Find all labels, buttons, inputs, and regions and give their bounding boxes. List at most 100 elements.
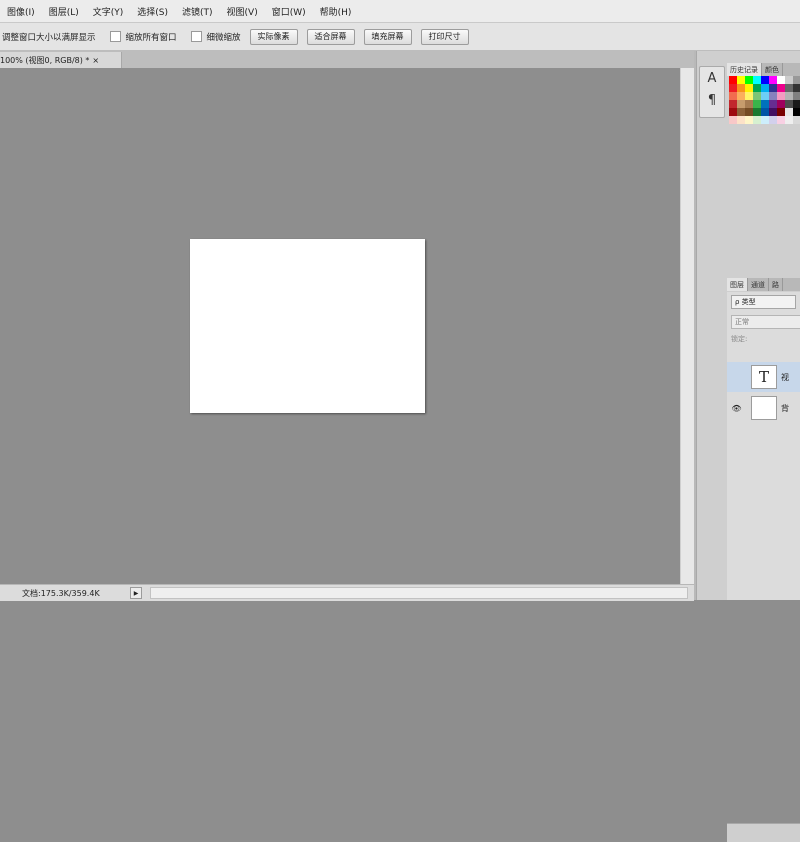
color-swatch[interactable] — [745, 76, 753, 84]
layers-panel-footer — [727, 823, 800, 842]
menu-view[interactable]: 视图(V) — [220, 5, 265, 18]
color-swatch[interactable] — [753, 84, 761, 92]
color-swatch[interactable] — [761, 108, 769, 116]
actual-pixels-button[interactable]: 实际像素 — [249, 28, 298, 45]
zoom-all-checkbox-box[interactable] — [109, 31, 121, 42]
color-swatch[interactable] — [753, 92, 761, 100]
color-swatch[interactable] — [793, 108, 800, 116]
layer-row-text[interactable]: T 视 — [727, 362, 800, 392]
tab-layers[interactable]: 图层 — [727, 278, 748, 291]
scrubby-zoom-checkbox[interactable]: 细微缩放 — [190, 31, 241, 43]
color-swatch[interactable] — [785, 76, 793, 84]
color-swatch[interactable] — [769, 116, 777, 124]
fit-screen-button[interactable]: 适合屏幕 — [306, 28, 355, 45]
color-swatch[interactable] — [729, 92, 737, 100]
menu-image[interactable]: 图像(I) — [0, 5, 42, 18]
blend-mode-select[interactable]: 正常 — [731, 315, 800, 329]
color-swatch[interactable] — [793, 92, 800, 100]
color-swatch[interactable] — [785, 100, 793, 108]
color-swatch[interactable] — [729, 84, 737, 92]
color-swatch[interactable] — [729, 108, 737, 116]
color-swatch[interactable] — [777, 76, 785, 84]
layer-name: 背 — [781, 403, 789, 413]
document-size-info: 文档:175.3K/359.4K — [22, 588, 100, 598]
color-swatch[interactable] — [793, 116, 800, 124]
color-swatch[interactable] — [729, 76, 737, 84]
zoom-all-windows-checkbox[interactable]: 缩放所有窗口 — [109, 31, 177, 43]
vertical-scrollbar[interactable] — [680, 68, 695, 584]
color-swatch[interactable] — [785, 116, 793, 124]
tab-paths[interactable]: 路 — [769, 278, 783, 291]
color-swatch[interactable] — [745, 84, 753, 92]
document-tab[interactable]: 100% (视图0, RGB/8) * × — [0, 52, 122, 68]
tab-color[interactable]: 颜色 — [762, 63, 783, 76]
color-swatch[interactable] — [761, 116, 769, 124]
layers-panel-tabs: 图层 通道 路 — [727, 278, 800, 291]
color-swatch[interactable] — [761, 84, 769, 92]
color-swatch[interactable] — [737, 76, 745, 84]
tab-history[interactable]: 历史记录 — [727, 63, 762, 76]
color-swatch[interactable] — [737, 100, 745, 108]
menu-bar: 图像(I) 图层(L) 文字(Y) 选择(S) 滤镜(T) 视图(V) 窗口(W… — [0, 0, 800, 23]
color-swatch[interactable] — [753, 76, 761, 84]
paragraph-panel-icon[interactable]: ¶ — [700, 89, 724, 111]
color-swatch[interactable] — [769, 108, 777, 116]
scrubby-checkbox-box[interactable] — [190, 31, 202, 42]
color-swatch[interactable] — [793, 100, 800, 108]
color-swatch[interactable] — [745, 92, 753, 100]
color-swatch[interactable] — [769, 76, 777, 84]
color-swatch[interactable] — [729, 116, 737, 124]
menu-filter[interactable]: 滤镜(T) — [175, 5, 220, 18]
eye-icon[interactable]: 👁 — [730, 404, 743, 413]
color-swatch[interactable] — [769, 92, 777, 100]
layer-filter-select[interactable]: ρ 类型 — [731, 295, 796, 309]
fill-screen-button[interactable]: 填充屏幕 — [363, 28, 412, 45]
color-swatch[interactable] — [729, 100, 737, 108]
menu-layer[interactable]: 图层(L) — [42, 5, 86, 18]
layer-row-background[interactable]: 👁 背 — [727, 393, 800, 423]
color-swatch[interactable] — [761, 92, 769, 100]
color-swatch[interactable] — [793, 84, 800, 92]
background-layer-thumbnail — [751, 396, 777, 420]
color-swatch[interactable] — [753, 108, 761, 116]
color-swatch[interactable] — [753, 100, 761, 108]
color-swatch[interactable] — [761, 100, 769, 108]
color-swatch[interactable] — [785, 108, 793, 116]
horizontal-scrollbar[interactable] — [150, 587, 688, 599]
text-layer-thumbnail: T — [751, 365, 777, 389]
color-swatch[interactable] — [737, 108, 745, 116]
menu-select[interactable]: 选择(S) — [130, 5, 175, 18]
color-swatch[interactable] — [737, 92, 745, 100]
menu-window[interactable]: 窗口(W) — [265, 5, 313, 18]
color-swatch[interactable] — [737, 116, 745, 124]
color-swatch[interactable] — [745, 100, 753, 108]
color-swatch[interactable] — [777, 116, 785, 124]
color-swatch[interactable] — [785, 84, 793, 92]
document-tab-bar: 100% (视图0, RGB/8) * × — [0, 51, 695, 68]
color-swatch[interactable] — [777, 92, 785, 100]
collapsed-panel-strip: A ¶ — [696, 51, 728, 600]
color-swatch[interactable] — [777, 108, 785, 116]
status-bar: 文档:175.3K/359.4K ▶ — [0, 584, 694, 601]
color-swatch[interactable] — [745, 108, 753, 116]
color-swatch[interactable] — [785, 92, 793, 100]
color-swatch[interactable] — [793, 76, 800, 84]
tab-channels[interactable]: 通道 — [748, 278, 769, 291]
text-tools-group: A ¶ — [699, 66, 725, 118]
color-swatch[interactable] — [753, 116, 761, 124]
document-canvas[interactable] — [190, 239, 425, 413]
color-swatch[interactable] — [761, 76, 769, 84]
menu-type[interactable]: 文字(Y) — [86, 5, 131, 18]
close-icon[interactable]: × — [92, 56, 99, 65]
color-swatch[interactable] — [769, 100, 777, 108]
color-swatch[interactable] — [777, 100, 785, 108]
canvas-workspace[interactable] — [0, 68, 678, 584]
character-panel-icon[interactable]: A — [700, 67, 724, 89]
menu-help[interactable]: 帮助(H) — [313, 5, 359, 18]
print-size-button[interactable]: 打印尺寸 — [420, 28, 469, 45]
color-swatch[interactable] — [777, 84, 785, 92]
color-swatch[interactable] — [737, 84, 745, 92]
color-swatch[interactable] — [745, 116, 753, 124]
color-swatch[interactable] — [769, 84, 777, 92]
status-menu-arrow-icon[interactable]: ▶ — [130, 587, 142, 599]
